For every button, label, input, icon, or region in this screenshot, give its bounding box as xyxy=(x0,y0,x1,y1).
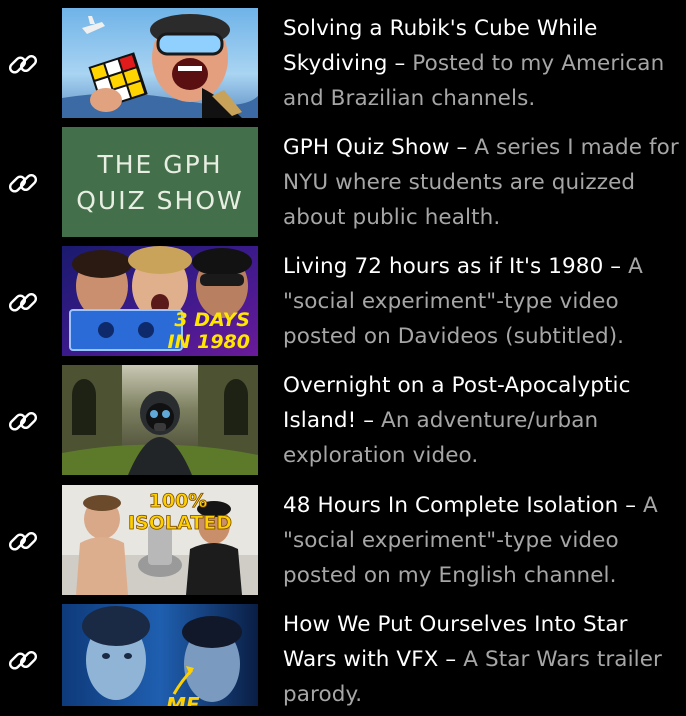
post-apocalyptic-island-thumbnail[interactable] xyxy=(62,365,258,475)
video-title[interactable]: 48 Hours In Complete Isolation xyxy=(283,493,618,518)
separator: – xyxy=(449,135,475,160)
thumbnail-text-line-1: 3 DAYS xyxy=(174,309,250,331)
link-icon[interactable] xyxy=(6,643,40,677)
isolation-thumbnail[interactable]: 100% ISOLATED xyxy=(62,485,258,595)
video-description: Solving a Rubik's Cube While Skydiving –… xyxy=(283,11,683,116)
video-list-item: THE GPH QUIZ SHOW GPH Quiz Show – A seri… xyxy=(0,127,686,239)
video-description: Overnight on a Post-Apocalyptic Island! … xyxy=(283,368,683,473)
video-title[interactable]: GPH Quiz Show xyxy=(283,135,450,160)
separator: – xyxy=(438,647,464,672)
link-icon[interactable] xyxy=(6,47,40,81)
thumbnail-text-line-2: IN 1980 xyxy=(168,331,250,353)
thumbnail-text-line-1: ME xyxy=(166,693,200,706)
link-icon[interactable] xyxy=(6,285,40,319)
link-icon[interactable] xyxy=(6,166,40,200)
video-description: GPH Quiz Show – A series I made for NYU … xyxy=(283,130,683,235)
video-description: 48 Hours In Complete Isolation – A "soci… xyxy=(283,488,683,593)
thumbnail-text-line-2: ISOLATED xyxy=(128,512,232,534)
thumbnail-text-line-2: QUIZ SHOW xyxy=(76,186,244,215)
separator: – xyxy=(356,408,382,433)
link-icon[interactable] xyxy=(6,404,40,438)
living-1980-thumbnail[interactable]: 3 DAYS IN 1980 xyxy=(62,246,258,356)
video-title[interactable]: Living 72 hours as if It's 1980 xyxy=(283,254,603,279)
video-description: Living 72 hours as if It's 1980 – A "soc… xyxy=(283,249,683,354)
skydiving-rubiks-cube-thumbnail[interactable] xyxy=(62,8,258,118)
star-wars-vfx-thumbnail[interactable]: ME xyxy=(62,604,258,706)
video-list-item: ME How We Put Ourselves Into Star Wars w… xyxy=(0,604,686,716)
thumbnail-text-line-1: 100% xyxy=(149,490,208,512)
thumbnail-text-line-1: THE GPH xyxy=(96,150,222,179)
video-list-item: Solving a Rubik's Cube While Skydiving –… xyxy=(0,8,686,120)
separator: – xyxy=(618,493,644,518)
video-description: How We Put Ourselves Into Star Wars with… xyxy=(283,607,683,712)
gph-quiz-show-thumbnail[interactable]: THE GPH QUIZ SHOW xyxy=(62,127,258,237)
link-icon[interactable] xyxy=(6,524,40,558)
video-list-item: 3 DAYS IN 1980 Living 72 hours as if It'… xyxy=(0,246,686,358)
video-list-item: Overnight on a Post-Apocalyptic Island! … xyxy=(0,365,686,477)
separator: – xyxy=(387,51,413,76)
separator: – xyxy=(603,254,629,279)
video-list-item: 100% ISOLATED 48 Hours In Complete Isola… xyxy=(0,485,686,597)
